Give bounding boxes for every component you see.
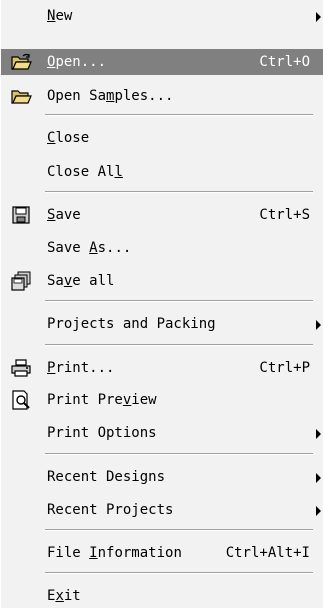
menu-item-print[interactable]: Print... Ctrl+P xyxy=(1,355,323,381)
submenu-arrow-icon xyxy=(316,506,321,516)
menu-item-label: Print... xyxy=(47,360,115,376)
printer-icon xyxy=(10,358,32,378)
menu-item-label: Close All xyxy=(47,164,123,180)
submenu-arrow-icon xyxy=(316,320,321,330)
menu-item-label: Save all xyxy=(47,273,115,289)
menu-separator xyxy=(45,572,313,574)
submenu-arrow-icon xyxy=(316,12,321,22)
submenu-arrow-icon xyxy=(316,473,321,483)
menu-item-label: Recent Designs xyxy=(47,469,166,485)
menu-item-label: New xyxy=(47,8,73,24)
menu-item-file-information[interactable]: File Information Ctrl+Alt+I xyxy=(1,540,323,566)
menu-item-save-as[interactable]: Save As... xyxy=(1,235,323,261)
menu-item-label: Recent Projects xyxy=(47,502,174,518)
menu-item-projects-packing[interactable]: Projects and Packing xyxy=(1,311,323,337)
menu-item-label: Exit xyxy=(47,588,81,604)
floppy-disk-icon xyxy=(10,205,32,225)
menu-item-label: Save xyxy=(47,207,81,223)
menu-item-save-all[interactable]: Save all xyxy=(1,268,323,294)
menu-item-close[interactable]: Close xyxy=(1,125,323,151)
shortcut-label: Ctrl+Alt+I xyxy=(225,545,310,561)
menu-item-recent-projects[interactable]: Recent Projects xyxy=(1,497,323,523)
menu-item-recent-designs[interactable]: Recent Designs xyxy=(1,464,323,490)
menu-separator xyxy=(45,300,313,302)
multiple-disks-icon xyxy=(10,271,32,291)
menu-separator xyxy=(45,114,313,116)
menu-separator xyxy=(45,529,313,531)
menu-item-print-options[interactable]: Print Options xyxy=(1,420,323,446)
menu-item-new[interactable]: New xyxy=(1,3,323,29)
file-menu: New Open... Ctrl+O Open Samples... Close… xyxy=(0,0,323,608)
menu-item-save[interactable]: Save Ctrl+S xyxy=(1,202,323,228)
open-folder-icon xyxy=(10,86,32,106)
menu-separator xyxy=(45,191,313,193)
menu-item-open-samples[interactable]: Open Samples... xyxy=(1,83,323,109)
menu-item-label: Open... xyxy=(47,54,107,70)
menu-item-exit[interactable]: Exit xyxy=(1,583,323,609)
shortcut-label: Ctrl+P xyxy=(259,360,310,376)
menu-item-label: Open Samples... xyxy=(47,88,174,104)
shortcut-label: Ctrl+S xyxy=(259,207,310,223)
menu-item-label: Print Options xyxy=(47,425,157,441)
menu-separator xyxy=(45,344,313,346)
shortcut-label: Ctrl+O xyxy=(259,54,310,70)
print-preview-icon xyxy=(10,390,32,410)
menu-item-label: Close xyxy=(47,130,90,146)
submenu-arrow-icon xyxy=(316,429,321,439)
menu-item-open[interactable]: Open... Ctrl+O xyxy=(1,49,323,75)
open-folder-icon xyxy=(10,52,32,72)
menu-item-label: Save As... xyxy=(47,240,132,256)
menu-item-label: Projects and Packing xyxy=(47,316,216,332)
menu-item-print-preview[interactable]: Print Preview xyxy=(1,387,323,413)
menu-item-label: File Information xyxy=(47,545,182,561)
menu-separator xyxy=(45,453,313,455)
menu-item-close-all[interactable]: Close All xyxy=(1,159,323,185)
menu-item-label: Print Preview xyxy=(47,392,157,408)
